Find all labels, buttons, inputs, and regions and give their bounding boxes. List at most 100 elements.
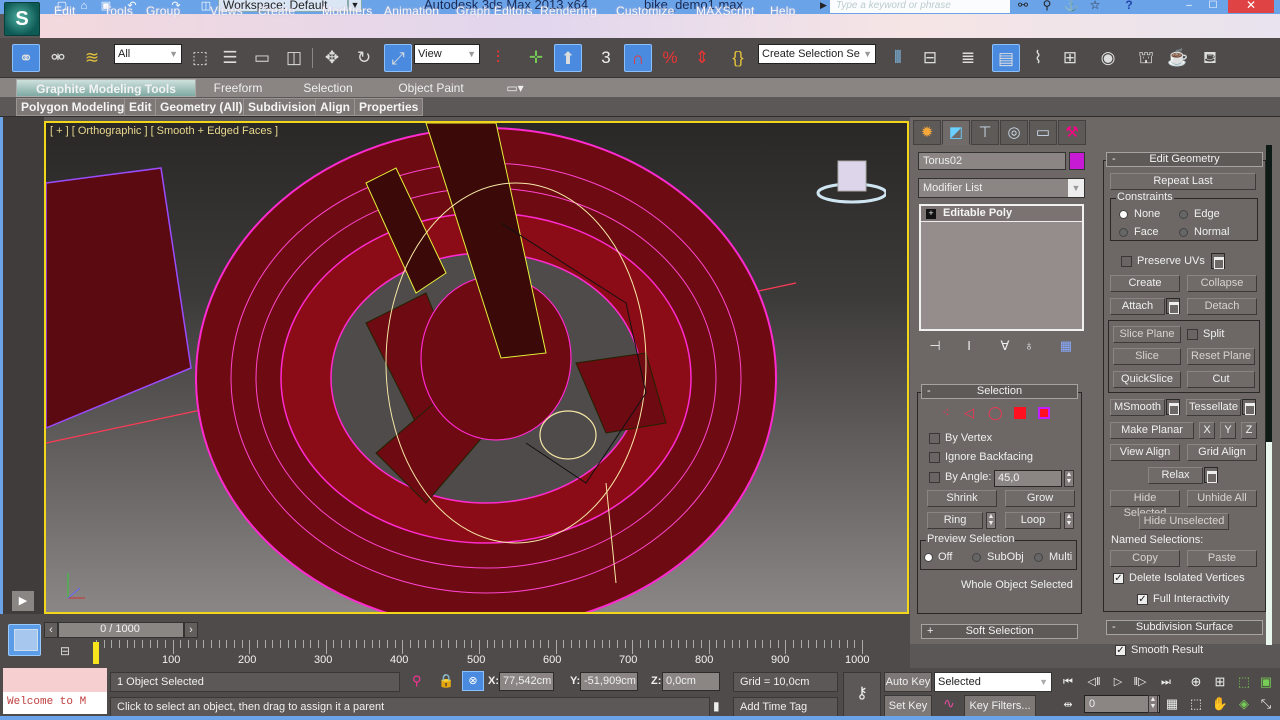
planar-y-button[interactable]: Y	[1220, 422, 1236, 439]
selection-filter-dropdown[interactable]: All ▼	[114, 44, 182, 64]
unhide-all-button[interactable]: Unhide All	[1187, 490, 1257, 507]
ignore-backfacing-checkbox[interactable]	[929, 452, 940, 463]
expand-layout-tab-icon[interactable]: ▶	[12, 591, 34, 611]
x-coordinate-field[interactable]: 77,542cm	[499, 672, 554, 691]
snaps-toggle-icon[interactable]: 3	[592, 44, 620, 72]
grid-align-button[interactable]: Grid Align	[1187, 444, 1257, 461]
pan-view-icon[interactable]: ✋	[1210, 694, 1230, 714]
planar-x-button[interactable]: X	[1199, 422, 1215, 439]
open-file-icon[interactable]: ⌂	[76, 0, 92, 12]
pivot-center-icon[interactable]: ⫶	[484, 44, 512, 72]
open-mini-curve-editor-icon[interactable]: ⊟	[55, 644, 75, 664]
by-angle-checkbox[interactable]	[929, 472, 940, 483]
command-panel-scroll-track[interactable]	[1266, 442, 1272, 645]
schematic-view-icon[interactable]: ⊞	[1056, 44, 1084, 72]
previous-frame-icon[interactable]: ◁‖	[1084, 674, 1104, 690]
binoculars-icon[interactable]: ⚯	[1014, 0, 1032, 13]
absolute-offset-toggle-icon[interactable]: ⊗	[462, 671, 484, 691]
cut-button[interactable]: Cut	[1187, 371, 1255, 388]
tab-freeform[interactable]: Freeform	[196, 79, 280, 97]
edge-icon[interactable]: ◁	[964, 405, 974, 421]
tab-selection[interactable]: Selection	[290, 79, 366, 97]
zoom-extents-icon[interactable]: ⬚	[1234, 672, 1254, 692]
menu-modifiers[interactable]: Modifiers	[322, 4, 372, 18]
panel-edit[interactable]: Edit	[124, 98, 157, 116]
menu-create[interactable]: Create	[258, 4, 295, 18]
pin-stack-icon[interactable]: ⊣	[924, 338, 946, 356]
panel-subdivision[interactable]: Subdivision	[243, 98, 322, 116]
select-and-scale-icon[interactable]: ⤢	[384, 44, 412, 72]
maxscript-mini-listener[interactable]	[3, 668, 107, 692]
align-icon[interactable]: ⊟	[916, 44, 944, 72]
reference-coordinate-dropdown[interactable]: View ▼	[414, 44, 480, 64]
by-vertex-checkbox[interactable]	[929, 433, 940, 444]
viewport-label[interactable]: [ + ] [ Orthographic ] [ Smooth + Edged …	[50, 125, 278, 137]
next-frame-icon[interactable]: ‖▷	[1130, 674, 1150, 690]
preview-off-radio[interactable]	[924, 553, 933, 562]
make-unique-icon[interactable]: ∀	[994, 338, 1016, 356]
satellite-icon[interactable]: ⚓	[1062, 0, 1080, 13]
planar-z-button[interactable]: Z	[1241, 422, 1257, 439]
msmooth-settings-icon[interactable]	[1166, 399, 1180, 415]
modifier-stack[interactable]	[919, 204, 1084, 331]
create-tab-icon[interactable]: ✹	[913, 120, 941, 145]
menu-edit[interactable]: Edit	[54, 4, 75, 18]
search-expand-icon[interactable]: ▶	[820, 0, 827, 11]
manage-layers-icon[interactable]: ▤	[992, 44, 1020, 72]
menu-views[interactable]: Views	[210, 4, 243, 18]
constraint-face-radio[interactable]	[1119, 228, 1128, 237]
loop-spinner[interactable]: ▲ ▼	[1064, 512, 1074, 529]
selection-lock-icon[interactable]: 🔒	[438, 673, 454, 689]
edit-named-selection-icon[interactable]: {}	[724, 44, 752, 72]
preview-subobj-radio[interactable]	[972, 553, 981, 562]
ring-button[interactable]: Ring	[927, 512, 983, 529]
tessellate-settings-icon[interactable]	[1242, 399, 1256, 415]
utilities-tab-icon[interactable]: ⚒	[1058, 120, 1086, 145]
zoom-extents-all-icon[interactable]: ▣	[1256, 672, 1276, 692]
layer-explorer-icon[interactable]: ≣	[954, 44, 982, 72]
constraint-normal-radio[interactable]	[1179, 228, 1188, 237]
view-align-button[interactable]: View Align	[1110, 444, 1180, 461]
play-icon[interactable]: ▷	[1108, 674, 1128, 690]
full-interactivity-checkbox[interactable]: ✓	[1137, 594, 1148, 605]
zoom-icon[interactable]: ⊕	[1186, 672, 1206, 692]
tessellate-button[interactable]: Tessellate	[1186, 399, 1241, 416]
show-end-result-icon[interactable]: I	[958, 338, 980, 356]
relax-settings-icon[interactable]	[1204, 467, 1218, 483]
auto-key-button[interactable]: Auto Key	[884, 672, 932, 692]
y-coordinate-field[interactable]: -51,909cm	[580, 672, 638, 691]
modify-tab-icon[interactable]: ◩	[942, 120, 970, 145]
mirror-icon[interactable]: ⫴	[884, 44, 912, 72]
percent-snap-icon[interactable]: %	[656, 44, 684, 72]
key-filters-button[interactable]: Key Filters...	[964, 695, 1036, 717]
smooth-result-checkbox[interactable]: ✓	[1115, 645, 1126, 656]
select-by-name-icon[interactable]: ☰	[216, 44, 244, 72]
z-coordinate-field[interactable]: 0,0cm	[662, 672, 720, 691]
hide-unselected-button[interactable]: Hide Unselected	[1139, 513, 1229, 530]
slice-button[interactable]: Slice	[1113, 348, 1181, 365]
select-and-link-icon[interactable]: ⚭	[12, 44, 40, 72]
time-slider-prev-button[interactable]: ‹	[44, 622, 58, 638]
polygon-icon[interactable]	[1014, 407, 1026, 419]
delete-isolated-checkbox[interactable]: ✓	[1113, 573, 1124, 584]
menu-help[interactable]: Help	[770, 4, 795, 18]
preserve-uvs-checkbox[interactable]	[1121, 256, 1132, 267]
expand-plus-icon[interactable]: +	[926, 209, 936, 219]
detach-button[interactable]: Detach	[1187, 298, 1257, 315]
keyboard-shortcut-override-icon[interactable]: ⬆	[554, 44, 582, 72]
menu-tools[interactable]: Tools	[104, 4, 133, 18]
spinner-snap-icon[interactable]: ⇕	[688, 44, 716, 72]
constraint-none-radio[interactable]	[1119, 210, 1128, 219]
menu-animation[interactable]: Animation	[384, 4, 439, 18]
reset-plane-button[interactable]: Reset Plane	[1187, 348, 1255, 365]
current-frame-marker[interactable]	[93, 642, 99, 664]
constraint-edge-radio[interactable]	[1179, 210, 1188, 219]
by-angle-input[interactable]: 45,0	[994, 470, 1062, 487]
configure-modifier-sets-icon[interactable]: ▦	[1055, 338, 1077, 356]
make-planar-button[interactable]: Make Planar	[1110, 422, 1194, 439]
panel-polygon-modeling[interactable]: Polygon Modeling	[16, 98, 130, 116]
remove-modifier-icon[interactable]: ♁	[1018, 338, 1040, 356]
vertex-icon[interactable]: ⁖	[942, 405, 950, 421]
stack-item-editable-poly[interactable]: Editable Poly	[921, 206, 1082, 222]
split-checkbox[interactable]	[1187, 329, 1198, 340]
